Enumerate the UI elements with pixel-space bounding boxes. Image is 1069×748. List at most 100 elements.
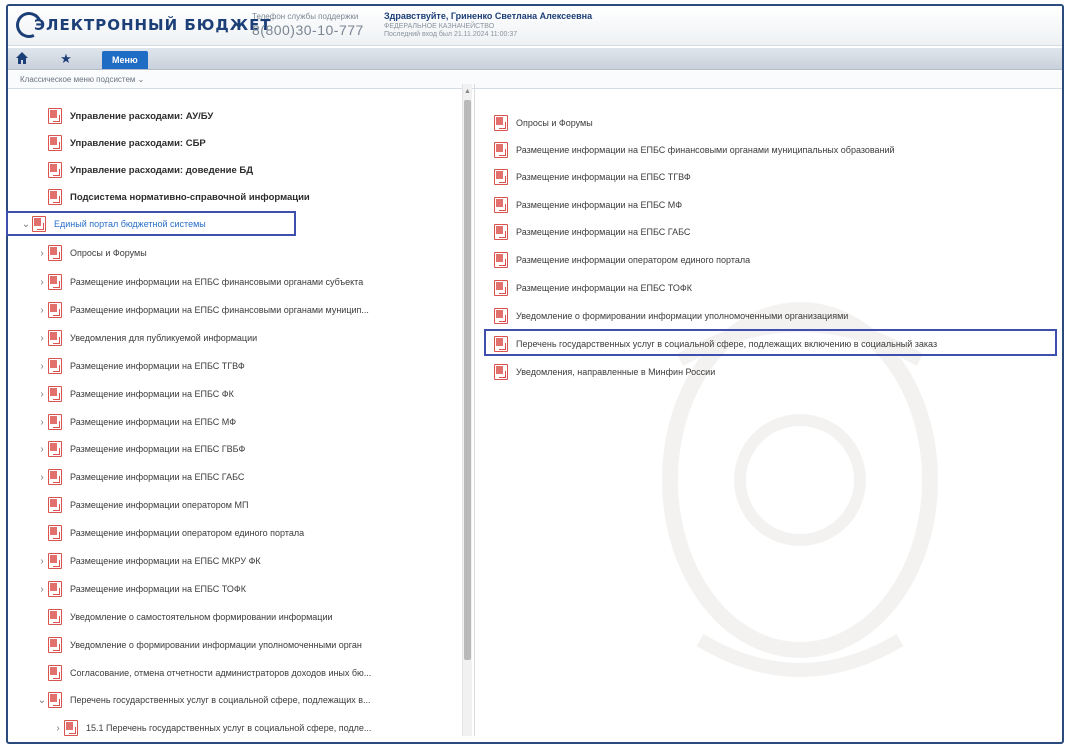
- tree-item-label: Перечень государственных услуг в социаль…: [70, 695, 371, 705]
- user-info: Здравствуйте, Гриненко Светлана Алексеев…: [384, 11, 592, 38]
- document-icon: [494, 197, 508, 213]
- tree-item[interactable]: Размещение информации оператором МП: [36, 496, 248, 514]
- menu-link[interactable]: Уведомление о формировании информации уп…: [494, 307, 848, 325]
- support-info: Телефон службы поддержки 8(800)30-10-777: [252, 12, 364, 38]
- tree-item[interactable]: › Размещение информации на ЕПБС ГВБФ: [36, 440, 245, 458]
- tree-item-label: Размещение информации оператором единого…: [70, 528, 305, 538]
- logo-text: ЭЛЕКТРОННЫЙ БЮДЖЕТ: [34, 16, 272, 34]
- tree-item[interactable]: Подсистема нормативно-справочной информа…: [36, 188, 310, 206]
- support-label: Телефон службы поддержки: [252, 12, 359, 21]
- menu-link[interactable]: Размещение информации оператором единого…: [494, 251, 750, 269]
- tree-item-label: Управление расходами: СБР: [70, 137, 206, 149]
- chevron-down-icon[interactable]: ⌄: [36, 695, 48, 706]
- home-icon[interactable]: [14, 51, 30, 67]
- panel-divider: [474, 84, 475, 736]
- tree-item-label: Размещение информации на ЕПБС ТГВФ: [70, 361, 245, 371]
- document-icon: [48, 108, 62, 124]
- logo[interactable]: ЭЛЕКТРОННЫЙ БЮДЖЕТ: [12, 8, 272, 42]
- left-menu-tree: Управление расходами: АУ/БУ Управление ра…: [0, 84, 470, 736]
- star-icon[interactable]: ★: [58, 51, 74, 67]
- menu-tab[interactable]: Меню: [102, 51, 148, 69]
- tree-item[interactable]: Уведомление о самостоятельном формирован…: [36, 608, 333, 626]
- highlight-box-left: [6, 211, 296, 236]
- user-greeting[interactable]: Здравствуйте, Гриненко Светлана Алексеев…: [384, 11, 592, 21]
- menu-link[interactable]: Размещение информации на ЕПБС ТГВФ: [494, 168, 691, 186]
- document-icon: [48, 525, 62, 541]
- chevron-right-icon[interactable]: ›: [36, 333, 48, 344]
- document-icon: [494, 308, 508, 324]
- nav-bar: ★ Меню: [8, 48, 1062, 70]
- document-icon: [48, 358, 62, 374]
- chevron-right-icon[interactable]: ›: [36, 417, 48, 428]
- document-icon: [494, 364, 508, 380]
- support-phone: 8(800)30-10-777: [252, 22, 364, 38]
- menu-link-label: Уведомление о формировании информации уп…: [516, 311, 849, 321]
- tree-item-label: Размещение информации на ЕПБС ГАБС: [70, 472, 245, 482]
- tree-item[interactable]: › Уведомления для публикуемой информации: [36, 329, 257, 347]
- document-icon: [494, 115, 508, 131]
- document-icon: [48, 692, 62, 708]
- chevron-right-icon[interactable]: ›: [36, 556, 48, 567]
- chevron-right-icon[interactable]: ›: [36, 361, 48, 372]
- tree-item[interactable]: › 15.1 Перечень государственных услуг в с…: [52, 719, 371, 736]
- tree-item[interactable]: › Размещение информации на ЕПБС финансовы…: [36, 273, 363, 291]
- classic-menu-dropdown[interactable]: Классическое меню подсистем ⌄: [20, 75, 144, 84]
- document-icon: [48, 245, 62, 261]
- tree-item[interactable]: › Размещение информации на ЕПБС ГАБС: [36, 468, 244, 486]
- chevron-right-icon[interactable]: ›: [36, 389, 48, 400]
- document-icon: [48, 414, 62, 430]
- tree-item-label: Размещение информации на ЕПБС МФ: [70, 417, 237, 427]
- left-scrollbar[interactable]: ▲: [462, 84, 472, 736]
- tree-item-label: Управление расходами: АУ/БУ: [70, 110, 214, 122]
- document-icon: [48, 330, 62, 346]
- chevron-right-icon[interactable]: ›: [36, 277, 48, 288]
- document-icon: [48, 386, 62, 402]
- menu-link[interactable]: Размещение информации на ЕПБС МФ: [494, 196, 682, 214]
- chevron-right-icon[interactable]: ›: [36, 584, 48, 595]
- menu-link[interactable]: Уведомления, направленные в Минфин Росси…: [494, 363, 715, 381]
- tree-item-label: Размещение информации на ЕПБС финансовым…: [70, 277, 364, 287]
- chevron-right-icon[interactable]: ›: [36, 305, 48, 316]
- tree-item[interactable]: › Размещение информации на ЕПБС ТОФК: [36, 580, 246, 598]
- menu-link-label: Уведомления, направленные в Минфин Росси…: [516, 367, 716, 377]
- tree-item[interactable]: Управление расходами: СБР: [36, 134, 206, 152]
- tree-item[interactable]: Размещение информации оператором единого…: [36, 524, 304, 542]
- document-icon: [64, 720, 78, 736]
- chevron-right-icon[interactable]: ›: [36, 248, 48, 259]
- chevron-right-icon[interactable]: ›: [52, 723, 64, 734]
- tree-item-label: Размещение информации оператором МП: [70, 500, 249, 510]
- document-icon: [48, 469, 62, 485]
- tree-item-label: Согласование, отмена отчетности админист…: [70, 668, 372, 678]
- document-icon: [48, 497, 62, 513]
- tree-item[interactable]: › Размещение информации на ЕПБС ТГВФ: [36, 357, 245, 375]
- tree-item[interactable]: › Опросы и Форумы: [36, 244, 147, 262]
- menu-link-label: Размещение информации на ЕПБС ТГВФ: [516, 172, 691, 182]
- tree-item-label: Опросы и Форумы: [70, 248, 147, 258]
- menu-link-label: Размещение информации на ЕПБС финансовым…: [516, 145, 895, 155]
- scroll-up-icon[interactable]: ▲: [464, 88, 471, 95]
- tree-item[interactable]: › Размещение информации на ЕПБС ФК: [36, 385, 234, 403]
- document-icon: [48, 135, 62, 151]
- logo-icon: [12, 8, 46, 42]
- tree-item[interactable]: › Размещение информации на ЕПБС МФ: [36, 413, 236, 431]
- tree-item[interactable]: › Размещение информации на ЕПБС финансовы…: [36, 301, 369, 319]
- header: ЭЛЕКТРОННЫЙ БЮДЖЕТ Телефон службы поддер…: [8, 6, 1062, 46]
- menu-link-label: Размещение информации на ЕПБС ГАБС: [516, 227, 691, 237]
- tree-item-label: 15.1 Перечень государственных услуг в со…: [86, 723, 372, 733]
- tree-item[interactable]: Согласование, отмена отчетности админист…: [36, 664, 371, 682]
- menu-link[interactable]: Размещение информации на ЕПБС финансовым…: [494, 141, 895, 159]
- tree-item[interactable]: › Размещение информации на ЕПБС МКРУ ФК: [36, 552, 261, 570]
- chevron-right-icon[interactable]: ›: [36, 472, 48, 483]
- menu-link[interactable]: Размещение информации на ЕПБС ГАБС: [494, 223, 690, 241]
- right-menu-list: Опросы и Форумы Размещение информации на …: [476, 84, 1056, 736]
- menu-link[interactable]: Опросы и Форумы: [494, 114, 593, 132]
- tree-item[interactable]: Управление расходами: АУ/БУ: [36, 107, 213, 125]
- tree-item-label: Размещение информации на ЕПБС ФК: [70, 389, 234, 399]
- chevron-right-icon[interactable]: ›: [36, 444, 48, 455]
- tree-item[interactable]: Управление расходами: доведение БД: [36, 161, 253, 179]
- tree-item[interactable]: Уведомление о формировании информации уп…: [36, 636, 362, 654]
- scroll-thumb[interactable]: [464, 100, 471, 660]
- menu-link[interactable]: Размещение информации на ЕПБС ТОФК: [494, 279, 692, 297]
- tree-item[interactable]: ⌄ Перечень государственных услуг в социал…: [36, 691, 371, 709]
- document-icon: [494, 252, 508, 268]
